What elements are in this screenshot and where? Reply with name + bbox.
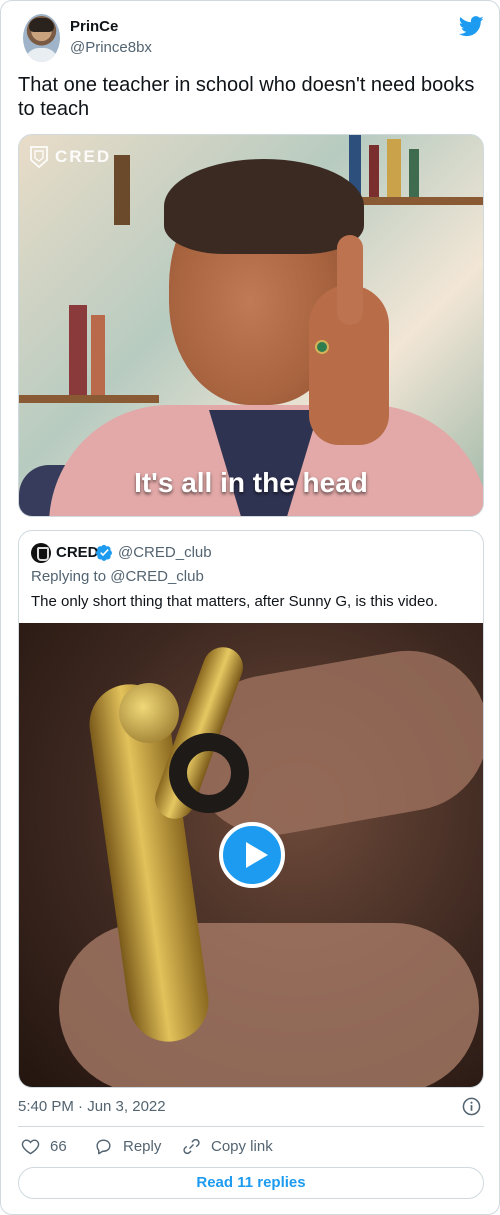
like-button[interactable]: 66: [21, 1137, 67, 1156]
bg-book: [369, 145, 379, 197]
cred-watermark: CRED: [29, 145, 111, 169]
copy-link-label: Copy link: [211, 1138, 273, 1155]
cred-shield-icon: [30, 146, 48, 169]
tweet-text: That one teacher in school who doesn't n…: [18, 74, 475, 120]
quoted-text: The only short thing that matters, after…: [31, 593, 438, 610]
bg-shelf: [19, 395, 159, 403]
avatar-hair: [29, 18, 54, 32]
cred-brand-text: CRED: [55, 147, 112, 166]
info-icon[interactable]: [462, 1097, 481, 1116]
like-count: 66: [50, 1138, 67, 1155]
verified-badge-icon: [96, 544, 112, 561]
twitter-bird-icon[interactable]: [459, 16, 484, 37]
replying-to[interactable]: Replying to @CRED_club: [31, 568, 204, 585]
heart-icon: [21, 1139, 40, 1155]
read-replies-button[interactable]: Read 11 replies: [18, 1167, 484, 1199]
tweet-card: PrinCe @Prince8bx That one teacher in sc…: [0, 0, 500, 1215]
tweet-image[interactable]: CRED It's all in the head: [18, 134, 484, 517]
video-trophy-head: [119, 683, 179, 743]
quoted-tweet[interactable]: CRED @CRED_club Replying to @CRED_club T…: [18, 530, 484, 1088]
person-hair: [164, 159, 364, 254]
person-ring: [315, 340, 329, 354]
footer-divider: [18, 1126, 484, 1127]
video-caption: It's all in the head: [134, 467, 368, 498]
author-avatar[interactable]: [23, 14, 60, 62]
speech-bubble-icon: [96, 1139, 111, 1155]
avatar-shirt: [25, 48, 58, 62]
bg-book: [91, 315, 105, 395]
play-icon[interactable]: [219, 822, 285, 888]
bg-book: [69, 305, 87, 395]
person-finger: [337, 235, 363, 325]
reply-button[interactable]: Reply: [94, 1137, 161, 1156]
tweet-timestamp[interactable]: 5:40 PM · Jun 3, 2022: [18, 1098, 166, 1115]
author-handle[interactable]: @Prince8bx: [70, 39, 152, 56]
video-band: [169, 733, 249, 813]
quoted-handle[interactable]: @CRED_club: [118, 544, 212, 561]
quoted-video[interactable]: [19, 623, 483, 1087]
copy-link-button[interactable]: Copy link: [182, 1137, 273, 1156]
bg-book: [387, 139, 401, 197]
bg-book: [409, 149, 419, 197]
reply-label: Reply: [123, 1138, 162, 1155]
quoted-avatar[interactable]: [31, 543, 51, 563]
author-display-name[interactable]: PrinCe: [70, 18, 118, 35]
bg-book: [114, 155, 130, 225]
link-icon: [183, 1138, 200, 1155]
quoted-display-name[interactable]: CRED: [56, 544, 99, 561]
